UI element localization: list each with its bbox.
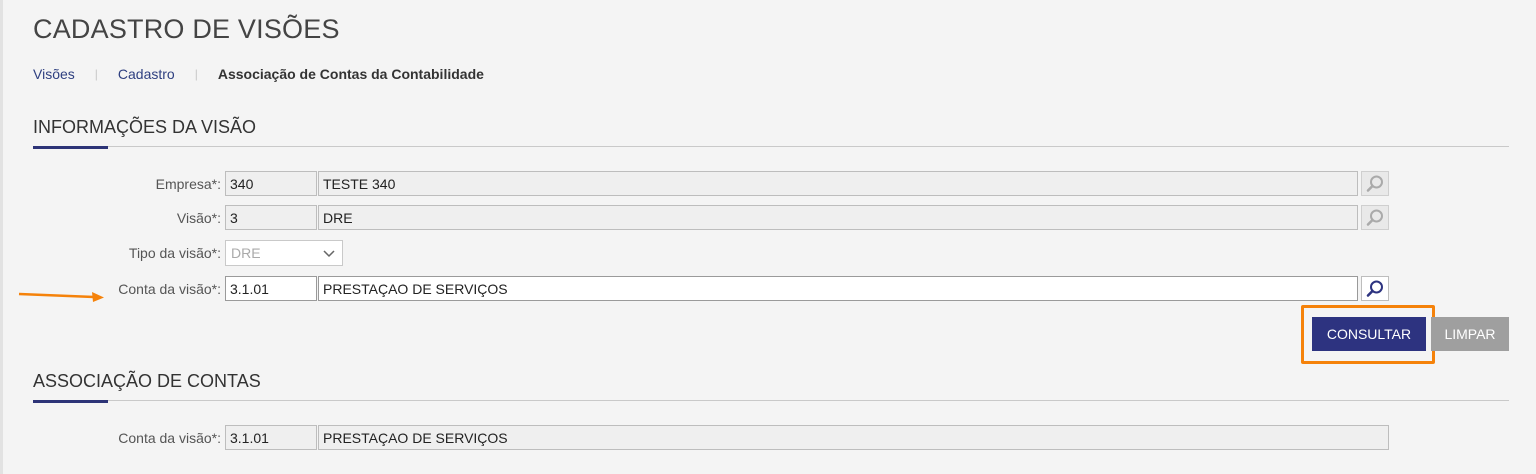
breadcrumb-link-visoes[interactable]: Visões [33, 66, 75, 82]
assoc-conta-code-field: 3.1.01 [225, 425, 317, 450]
conta-visao-code-input[interactable]: 3.1.01 [225, 276, 317, 301]
visao-code-field: 3 [225, 205, 317, 230]
breadcrumb-separator: | [194, 67, 198, 81]
section-title-associacao: ASSOCIAÇÃO DE CONTAS [33, 371, 261, 391]
empresa-lookup-button[interactable] [1361, 171, 1389, 196]
section-title-informacoes: INFORMAÇÕES DA VISÃO [33, 117, 257, 137]
visao-lookup-button[interactable] [1361, 205, 1389, 230]
magnifier-icon [1366, 280, 1383, 297]
tipo-visao-selected: DRE [231, 245, 261, 261]
arrow-right-icon [18, 292, 104, 302]
tipo-visao-select[interactable]: DRE [225, 240, 343, 266]
magnifier-icon [1366, 209, 1383, 226]
page-title: CADASTRO DE VISÕES [33, 14, 340, 44]
breadcrumb-link-cadastro[interactable]: Cadastro [118, 66, 175, 82]
tipo-visao-label: Tipo da visão*: [128, 245, 221, 261]
breadcrumb: Visões | Cadastro | Associação de Contas… [33, 66, 484, 82]
visao-description-field: DRE [318, 205, 1358, 230]
left-edge [0, 0, 3, 474]
empresa-label: Empresa*: [155, 176, 221, 192]
consultar-button[interactable]: CONSULTAR [1312, 317, 1426, 351]
breadcrumb-current: Associação de Contas da Contabilidade [217, 66, 484, 82]
conta-visao-description-input[interactable]: PRESTAÇAO DE SERVIÇOS [318, 276, 1358, 301]
section-accent-bar [33, 146, 108, 149]
empresa-code-field: 340 [225, 171, 317, 196]
breadcrumb-separator: | [94, 67, 98, 81]
visao-label: Visão*: [176, 210, 221, 226]
conta-visao-label: Conta da visão*: [118, 281, 221, 297]
limpar-button[interactable]: LIMPAR [1431, 317, 1509, 351]
section-divider [33, 146, 1509, 147]
conta-visao-lookup-button[interactable] [1361, 276, 1389, 301]
chevron-down-icon [323, 250, 335, 258]
magnifier-icon [1366, 175, 1383, 192]
assoc-conta-description-field: PRESTAÇAO DE SERVIÇOS [318, 425, 1389, 450]
empresa-description-field: TESTE 340 [318, 171, 1358, 196]
assoc-conta-visao-label: Conta da visão*: [118, 430, 221, 446]
section-divider [33, 400, 1509, 401]
section-accent-bar [33, 400, 108, 403]
